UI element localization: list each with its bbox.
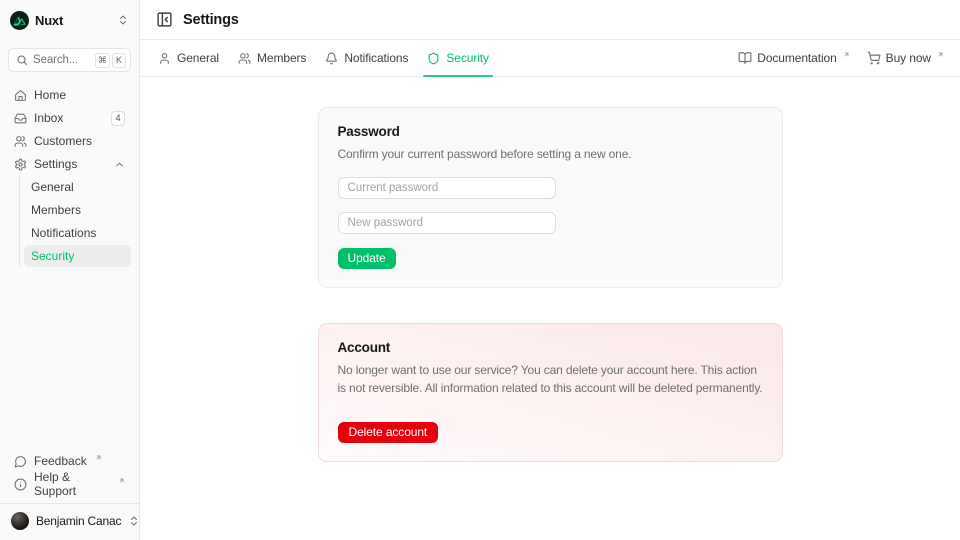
chevron-up-icon <box>114 159 125 170</box>
kbd-k: K <box>112 53 126 68</box>
sidebar-item-label: Feedback <box>34 454 87 468</box>
password-card: Password Confirm your current password b… <box>318 107 783 288</box>
sidebar-item-label: Security <box>31 249 74 263</box>
external-link-icon <box>118 477 125 484</box>
sidebar-item-notifications[interactable]: Notifications <box>24 222 131 244</box>
info-circle-icon <box>14 478 27 491</box>
home-icon <box>14 89 27 102</box>
page-title: Settings <box>183 12 239 28</box>
kbd-cmd: ⌘ <box>95 53 110 68</box>
search-icon <box>16 54 28 66</box>
users-icon <box>238 52 251 65</box>
page-header: Settings <box>140 0 960 40</box>
tab-label: Security <box>446 51 489 65</box>
tab-label: General <box>177 51 219 65</box>
sidebar-item-customers[interactable]: Customers <box>8 130 131 152</box>
chevrons-up-down-icon <box>117 14 129 26</box>
sidebar-item-label: Help & Support <box>34 470 110 498</box>
search-shortcut: ⌘K <box>95 53 126 68</box>
search-placeholder: Search... <box>33 54 90 66</box>
sidebar-item-label: Home <box>34 88 66 102</box>
sidebar-item-label: Members <box>31 203 81 217</box>
link-label: Buy now <box>886 51 931 65</box>
main-panel: Settings General Members Notifications S… <box>140 0 960 540</box>
sidebar-item-members[interactable]: Members <box>24 199 131 221</box>
external-link-icon <box>95 454 102 461</box>
gear-icon <box>14 158 27 171</box>
external-link-icon <box>937 51 944 58</box>
sidebar: Nuxt Search... ⌘K Home Inbox 4 <box>0 0 140 540</box>
new-password-field[interactable] <box>338 212 556 234</box>
sidebar-item-label: Customers <box>34 134 92 148</box>
sidebar-item-label: Inbox <box>34 111 63 125</box>
book-open-icon <box>738 51 752 65</box>
account-card: Account No longer want to use our servic… <box>318 323 783 462</box>
shopping-cart-icon <box>867 51 881 65</box>
buy-now-link[interactable]: Buy now <box>867 51 944 65</box>
panel-left-close-icon[interactable] <box>156 11 173 28</box>
tab-bar: General Members Notifications Security <box>140 40 960 77</box>
password-card-description: Confirm your current password before set… <box>338 145 763 164</box>
tab-label: Members <box>257 51 306 65</box>
account-card-description: No longer want to use our service? You c… <box>338 361 763 398</box>
link-label: Documentation <box>757 51 836 65</box>
tab-notifications[interactable]: Notifications <box>323 40 410 76</box>
sidebar-nav: Home Inbox 4 Customers Settings <box>8 84 131 267</box>
workspace-name: Nuxt <box>35 13 63 28</box>
tab-general[interactable]: General <box>156 40 221 76</box>
sidebar-item-label: General <box>31 180 74 194</box>
external-link-icon <box>843 51 850 58</box>
sidebar-item-label: Settings <box>34 157 77 171</box>
sidebar-item-general[interactable]: General <box>24 176 131 198</box>
avatar <box>11 512 29 530</box>
sidebar-item-inbox[interactable]: Inbox 4 <box>8 107 131 129</box>
sidebar-spacer <box>8 267 131 438</box>
bell-icon <box>325 52 338 65</box>
sidebar-divider <box>0 503 139 504</box>
tab-label: Notifications <box>344 51 408 65</box>
tab-security[interactable]: Security <box>425 40 491 76</box>
nuxt-logo-icon <box>10 11 29 30</box>
sidebar-item-settings[interactable]: Settings <box>8 153 131 175</box>
search-input[interactable]: Search... ⌘K <box>8 48 131 72</box>
sidebar-item-security[interactable]: Security <box>24 245 131 267</box>
sidebar-footer-nav: Feedback Help & Support <box>8 450 131 495</box>
password-card-title: Password <box>338 124 763 139</box>
shield-icon <box>427 52 440 65</box>
account-card-title: Account <box>338 340 763 355</box>
user-menu[interactable]: Benjamin Canac <box>8 510 131 532</box>
settings-security-content: Password Confirm your current password b… <box>140 77 960 540</box>
documentation-link[interactable]: Documentation <box>738 51 849 65</box>
settings-subnav: General Members Notifications Security <box>19 176 131 267</box>
current-password-field[interactable] <box>338 177 556 199</box>
update-password-button[interactable]: Update <box>338 248 396 269</box>
tab-members[interactable]: Members <box>236 40 308 76</box>
sidebar-item-feedback[interactable]: Feedback <box>8 450 131 472</box>
sidebar-item-label: Notifications <box>31 226 96 240</box>
delete-account-button[interactable]: Delete account <box>338 422 439 443</box>
message-circle-icon <box>14 455 27 468</box>
sidebar-item-home[interactable]: Home <box>8 84 131 106</box>
sidebar-item-help-support[interactable]: Help & Support <box>8 473 131 495</box>
workspace-switcher[interactable]: Nuxt <box>8 8 131 32</box>
inbox-icon <box>14 112 27 125</box>
inbox-count-badge: 4 <box>111 111 125 126</box>
users-icon <box>14 135 27 148</box>
user-name: Benjamin Canac <box>36 514 121 528</box>
user-icon <box>158 52 171 65</box>
chevrons-up-down-icon <box>128 515 140 527</box>
